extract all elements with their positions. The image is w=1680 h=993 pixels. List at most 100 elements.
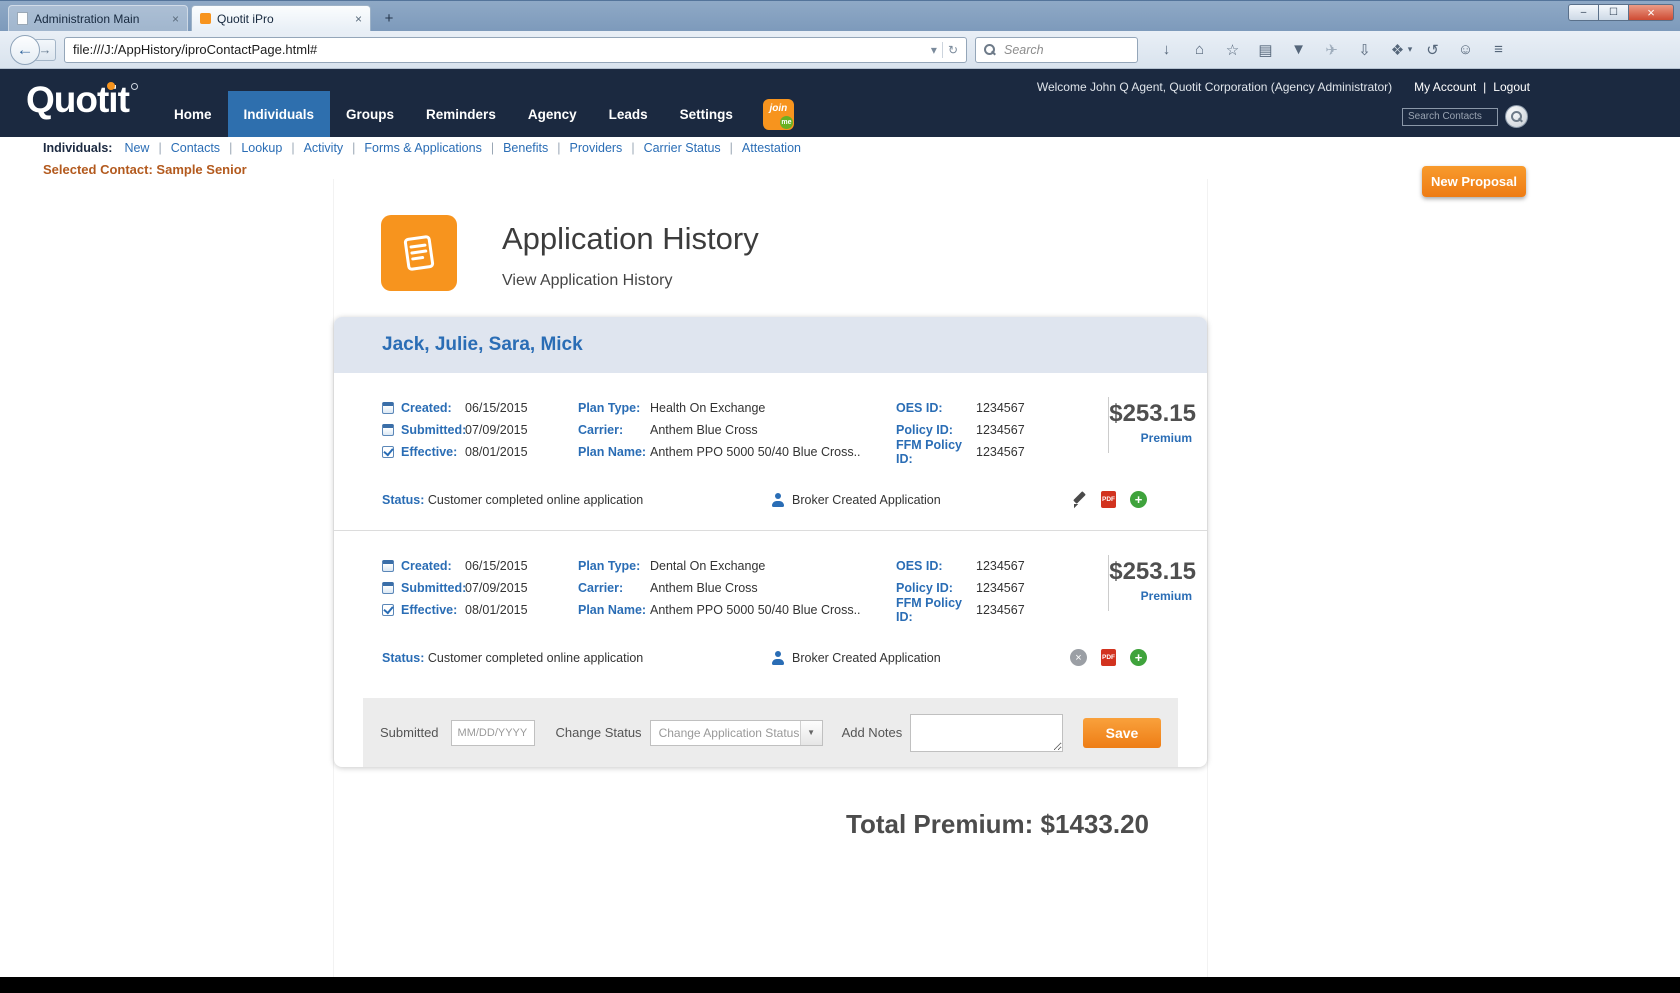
premium-box: $253.15 Premium <box>1108 555 1210 611</box>
nav-item-settings[interactable]: Settings <box>664 91 749 137</box>
add-notes-textarea[interactable] <box>910 713 1063 752</box>
main-content: Application History View Application His… <box>333 179 1208 977</box>
subnav-item-providers[interactable]: Providers <box>570 141 623 155</box>
my-account-link[interactable]: My Account <box>1414 80 1476 94</box>
pdf-icon[interactable]: PDF <box>1101 649 1116 666</box>
reload-icon[interactable]: ↻ <box>948 43 958 57</box>
oes-id-value: 1234567 <box>976 559 1025 573</box>
plan-type-label: Plan Type: <box>578 401 641 415</box>
save-button[interactable]: Save <box>1082 717 1161 748</box>
plan-type-value: Health On Exchange <box>650 401 766 415</box>
back-button[interactable]: ← <box>10 34 40 65</box>
header-account-row: Welcome John Q Agent, Quotit Corporation… <box>1037 80 1530 94</box>
status-value: Customer completed online application <box>427 492 644 507</box>
url-dropdown-icon[interactable]: ▾ <box>931 43 937 57</box>
document-icon <box>403 235 435 271</box>
chat-icon[interactable]: ☺ <box>1449 41 1482 58</box>
oes-id-value: 1234567 <box>976 401 1025 415</box>
ffm-policy-id-label: FFM Policy ID: <box>896 596 962 624</box>
submitted-label: Submitted: <box>401 423 467 437</box>
subnav-item-carrier-status[interactable]: Carrier Status <box>644 141 721 155</box>
search-icon <box>1510 110 1523 123</box>
nav-item-agency[interactable]: Agency <box>512 91 593 137</box>
addons-dropdown-icon[interactable]: ▾ <box>1404 44 1416 55</box>
nav-item-individuals[interactable]: Individuals <box>227 91 331 137</box>
divider: | <box>158 141 162 155</box>
broker-note: Broker Created Application <box>772 650 941 665</box>
policy-id-value: 1234567 <box>976 423 1025 437</box>
save-page-icon[interactable]: ⇩ <box>1348 41 1381 59</box>
created-value: 06/15/2015 <box>465 559 528 573</box>
effective-label: Effective: <box>401 603 458 617</box>
plan-name-value: Anthem PPO 5000 50/40 Blue Cross.. <box>650 603 861 617</box>
bookmark-star-icon[interactable]: ☆ <box>1216 41 1249 59</box>
subnav-item-contacts[interactable]: Contacts <box>171 141 220 155</box>
logout-link[interactable]: Logout <box>1493 80 1530 94</box>
add-icon[interactable]: + <box>1130 649 1147 666</box>
maximize-button[interactable]: ☐ <box>1598 4 1628 21</box>
calendar-icon <box>382 402 394 414</box>
pocket-icon[interactable]: ▼ <box>1282 41 1315 58</box>
status-label: Status: <box>382 492 425 507</box>
plan-type-label: Plan Type: <box>578 559 641 573</box>
chevron-down-icon[interactable]: ▼ <box>799 720 822 745</box>
ffm-policy-id-label: FFM Policy ID: <box>896 438 962 466</box>
minimize-button[interactable]: – <box>1568 4 1598 21</box>
add-notes-label: Add Notes <box>841 725 903 740</box>
divider: | <box>729 141 733 155</box>
submitted-value: 07/09/2015 <box>465 423 528 437</box>
edit-icon[interactable] <box>1070 491 1087 508</box>
browser-search-input[interactable] <box>1002 41 1130 58</box>
quotit-logo[interactable]: Quotit <box>26 79 138 121</box>
subnav-item-new[interactable]: New <box>124 141 149 155</box>
nav-item-home[interactable]: Home <box>158 91 228 137</box>
address-bar[interactable]: file:///J:/AppHistory/iproContactPage.ht… <box>64 36 967 63</box>
plan-name-label: Plan Name: <box>578 445 647 459</box>
subnav-item-lookup[interactable]: Lookup <box>241 141 282 155</box>
subnav-item-activity[interactable]: Activity <box>304 141 344 155</box>
add-icon[interactable]: + <box>1130 491 1147 508</box>
change-status-select[interactable]: Change Application Status ▼ <box>649 719 823 746</box>
subnav-item-benefits[interactable]: Benefits <box>503 141 548 155</box>
delete-icon[interactable]: × <box>1070 649 1087 666</box>
nav-item-leads[interactable]: Leads <box>593 91 664 137</box>
divider: | <box>291 141 295 155</box>
application-history-icon <box>381 215 457 291</box>
checkbox-icon <box>382 604 394 616</box>
browser-search-box[interactable] <box>975 36 1138 63</box>
pdf-icon[interactable]: PDF <box>1101 491 1116 508</box>
send-tab-icon[interactable]: ✈ <box>1315 41 1348 59</box>
subnav-item-attestation[interactable]: Attestation <box>742 141 801 155</box>
premium-column: $253.15 Premium <box>1108 555 1210 611</box>
record-status-row: Status: Customer completed online applic… <box>382 491 1159 508</box>
tab-close-icon[interactable]: × <box>355 12 362 26</box>
premium-label: Premium <box>1140 589 1192 603</box>
tab-administration-main[interactable]: Administration Main × <box>8 5 188 31</box>
nav-item-reminders[interactable]: Reminders <box>410 91 512 137</box>
close-button[interactable]: × <box>1628 4 1674 21</box>
new-tab-button[interactable]: + <box>376 8 402 28</box>
tab-close-icon[interactable]: × <box>172 12 179 26</box>
nav-item-groups[interactable]: Groups <box>330 91 410 137</box>
created-value: 06/15/2015 <box>465 401 528 415</box>
download-icon[interactable]: ↓ <box>1150 41 1183 58</box>
join-me-icon[interactable]: join me <box>762 98 794 130</box>
submitted-date-input[interactable] <box>450 719 535 746</box>
reading-list-icon[interactable]: ▤ <box>1249 41 1282 59</box>
subnav-item-forms-applications[interactable]: Forms & Applications <box>364 141 481 155</box>
menu-icon[interactable]: ≡ <box>1482 41 1515 58</box>
history-icon[interactable]: ↺ <box>1416 41 1449 59</box>
search-contacts-input[interactable] <box>1402 107 1498 126</box>
search-contacts-button[interactable] <box>1505 105 1528 128</box>
plan-column: Plan Type: Health On Exchange Carrier: Ant… <box>578 397 896 463</box>
new-proposal-button[interactable]: New Proposal <box>1422 166 1526 197</box>
application-record: Created: 06/15/2015 Submitted: 07/09/201… <box>334 531 1207 684</box>
divider: | <box>490 141 495 155</box>
ids-column: OES ID: 1234567 Policy ID: 1234567 FFM Pol… <box>896 397 1108 466</box>
url-text[interactable]: file:///J:/AppHistory/iproContactPage.ht… <box>73 42 931 57</box>
page-favicon-icon <box>17 12 28 25</box>
divider <box>941 41 943 58</box>
divider: | <box>1483 80 1487 94</box>
home-icon[interactable]: ⌂ <box>1183 41 1216 58</box>
tab-quotit-ipro[interactable]: Quotit iPro × <box>191 5 371 31</box>
